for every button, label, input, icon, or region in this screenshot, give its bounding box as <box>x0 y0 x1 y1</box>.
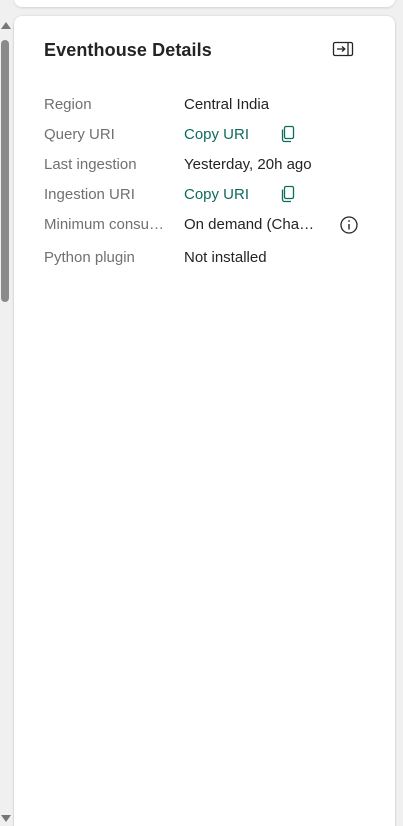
vertical-scrollbar[interactable] <box>0 18 12 826</box>
scroll-thumb[interactable] <box>1 40 9 302</box>
property-row-minimum-consumption: Minimum consumption On demand (Change) <box>44 214 374 247</box>
last-ingestion-value: Yesterday, 20h ago <box>184 156 312 173</box>
property-row-ingestion-uri: Ingestion URI Copy URI <box>44 184 374 214</box>
minimum-consumption-value[interactable]: On demand (Change) <box>184 216 322 233</box>
eventhouse-details-panel: Eventhouse Details Region Central India … <box>14 16 395 826</box>
region-value: Central India <box>184 96 270 113</box>
scroll-down-arrow-icon[interactable] <box>1 815 11 822</box>
info-icon[interactable] <box>339 215 359 235</box>
property-row-last-ingestion: Last ingestion Yesterday, 20h ago <box>44 154 374 184</box>
property-label: Last ingestion <box>44 156 137 173</box>
copy-query-uri-link[interactable]: Copy URI <box>184 126 249 143</box>
properties-list: Region Central India Query URI Copy URI … <box>44 94 374 277</box>
copy-icon[interactable] <box>280 185 296 203</box>
property-row-region: Region Central India <box>44 94 374 124</box>
property-row-query-uri: Query URI Copy URI <box>44 124 374 154</box>
upper-card <box>14 0 395 7</box>
property-row-python-plugin: Python plugin Not installed <box>44 247 374 277</box>
app-root: Eventhouse Details Region Central India … <box>0 0 403 826</box>
property-label: Region <box>44 96 92 113</box>
property-label: Python plugin <box>44 249 135 266</box>
property-label: Minimum consumption <box>44 216 172 233</box>
property-label: Ingestion URI <box>44 186 135 203</box>
python-plugin-value: Not installed <box>184 249 267 266</box>
panel-title: Eventhouse Details <box>44 40 212 60</box>
collapse-panel-icon <box>332 41 354 57</box>
copy-ingestion-uri-link[interactable]: Copy URI <box>184 186 249 203</box>
collapse-panel-button[interactable] <box>332 40 356 60</box>
scroll-up-arrow-icon[interactable] <box>1 22 11 29</box>
property-label: Query URI <box>44 126 115 143</box>
copy-icon[interactable] <box>280 125 296 143</box>
